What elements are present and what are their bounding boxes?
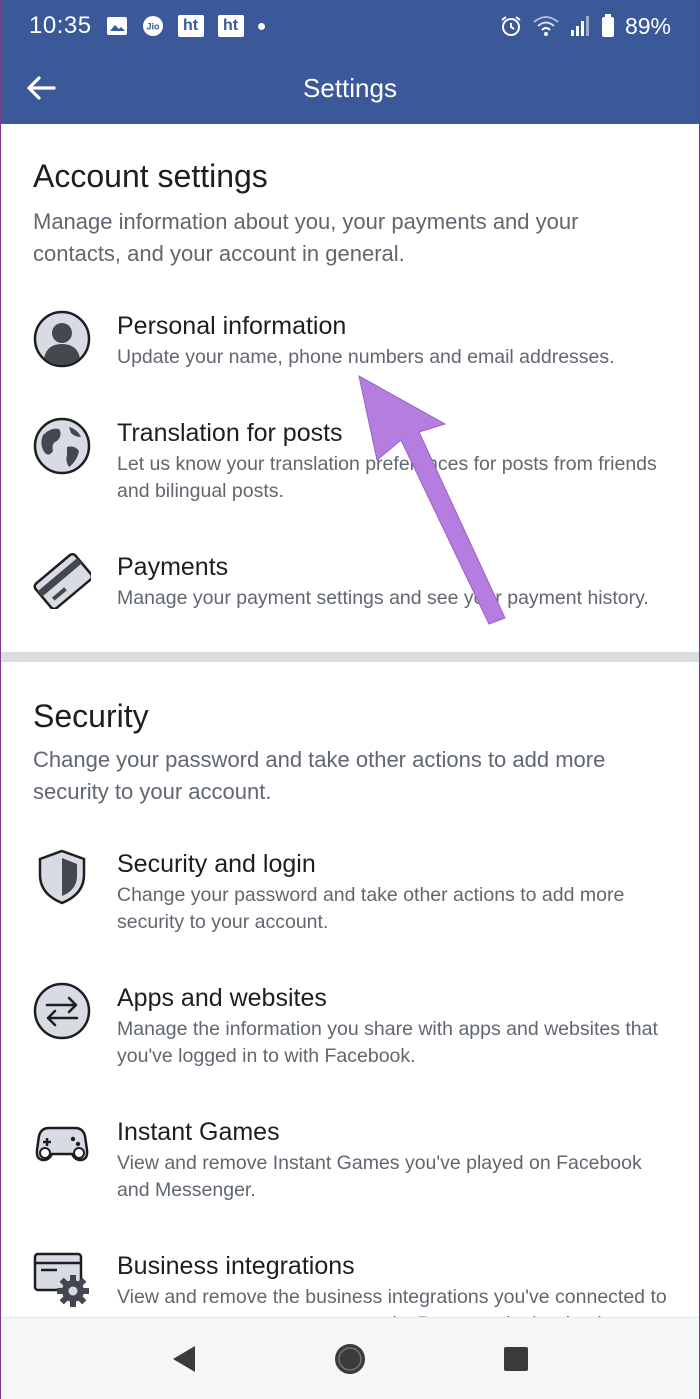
item-text: Personal information Update your name, p…: [117, 310, 667, 371]
account-settings-section: Account settings Manage information abou…: [1, 124, 699, 652]
item-text: Apps and websites Manage the information…: [117, 982, 667, 1070]
battery-percentage: 89%: [624, 12, 671, 39]
section-description: Change your password and take other acti…: [33, 747, 606, 804]
svg-text:Jio: Jio: [146, 22, 160, 32]
home-circle-icon: [335, 1343, 365, 1374]
swap-arrows-icon: [33, 982, 91, 1040]
section-description: Manage information about you, your payme…: [33, 209, 579, 266]
person-icon: [33, 310, 91, 368]
settings-content[interactable]: Account settings Manage information abou…: [1, 124, 699, 1317]
item-title: Security and login: [117, 850, 316, 878]
triangle-back-icon: [173, 1345, 195, 1372]
status-right: 89%: [499, 13, 671, 40]
item-text: Business integrations View and remove th…: [117, 1250, 667, 1317]
square-recents-icon: [504, 1346, 528, 1371]
item-description: Change your password and take other acti…: [117, 884, 625, 933]
image-icon: [106, 16, 128, 36]
system-navigation-bar: [1, 1317, 699, 1399]
section-title-account-settings: Account settings: [33, 158, 268, 194]
back-arrow-icon: [27, 76, 56, 100]
item-description: View and remove Instant Games you've pla…: [117, 1152, 642, 1201]
globe-icon: [33, 417, 91, 475]
item-text: Instant Games View and remove Instant Ga…: [117, 1116, 667, 1204]
settings-item-instant-games[interactable]: Instant Games View and remove Instant Ga…: [33, 1116, 667, 1204]
section-divider: [1, 652, 699, 662]
settings-item-translation-for-posts[interactable]: Translation for posts Let us know your t…: [33, 417, 667, 505]
settings-item-payments[interactable]: Payments Manage your payment settings an…: [33, 551, 667, 612]
item-title: Payments: [117, 553, 229, 581]
item-description: Manage your payment settings and see you…: [117, 587, 649, 609]
battery-icon: [601, 14, 615, 38]
shield-icon: [38, 849, 86, 905]
signal-icon: [569, 15, 591, 37]
item-text: Payments Manage your payment settings an…: [117, 551, 667, 612]
ht-app-icon: ht: [177, 15, 204, 37]
back-button[interactable]: [19, 66, 63, 110]
settings-item-security-and-login[interactable]: Security and login Change your password …: [33, 848, 667, 936]
item-title: Business integrations: [117, 1252, 355, 1280]
item-title: Apps and websites: [117, 984, 327, 1012]
item-title: Translation for posts: [117, 419, 343, 447]
item-title: Instant Games: [117, 1118, 280, 1146]
nav-home-button[interactable]: [325, 1334, 375, 1384]
notification-dot-icon: [257, 22, 265, 30]
jio-icon: Jio: [142, 15, 164, 37]
item-description: View and remove the business integration…: [117, 1286, 667, 1317]
page-title: Settings: [303, 72, 397, 103]
settings-item-apps-and-websites[interactable]: Apps and websites Manage the information…: [33, 982, 667, 1070]
item-description: Let us know your translation preferences…: [117, 453, 657, 502]
nav-back-button[interactable]: [159, 1334, 209, 1384]
status-time: 10:35: [29, 12, 92, 39]
nav-recents-button[interactable]: [491, 1334, 541, 1384]
app-bar: Settings: [1, 52, 699, 124]
status-left: 10:35 Jio ht ht: [29, 12, 265, 40]
window-gear-icon: [33, 1252, 89, 1307]
section-title-security: Security: [33, 698, 149, 734]
settings-item-personal-information[interactable]: Personal information Update your name, p…: [33, 310, 667, 371]
item-description: Update your name, phone numbers and emai…: [117, 346, 615, 368]
credit-card-icon: [33, 552, 91, 609]
status-bar: 10:35 Jio ht ht 89%: [1, 0, 699, 52]
security-section: Security Change your password and take o…: [1, 662, 699, 1317]
wifi-icon: [533, 15, 559, 37]
gamepad-icon: [35, 1126, 89, 1162]
item-title: Personal information: [117, 312, 347, 340]
item-description: Manage the information you share with ap…: [117, 1018, 658, 1067]
item-text: Security and login Change your password …: [117, 848, 667, 936]
settings-item-business-integrations[interactable]: Business integrations View and remove th…: [33, 1250, 667, 1317]
item-text: Translation for posts Let us know your t…: [117, 417, 667, 505]
alarm-icon: [499, 14, 523, 38]
ht-app-icon: ht: [217, 15, 244, 37]
